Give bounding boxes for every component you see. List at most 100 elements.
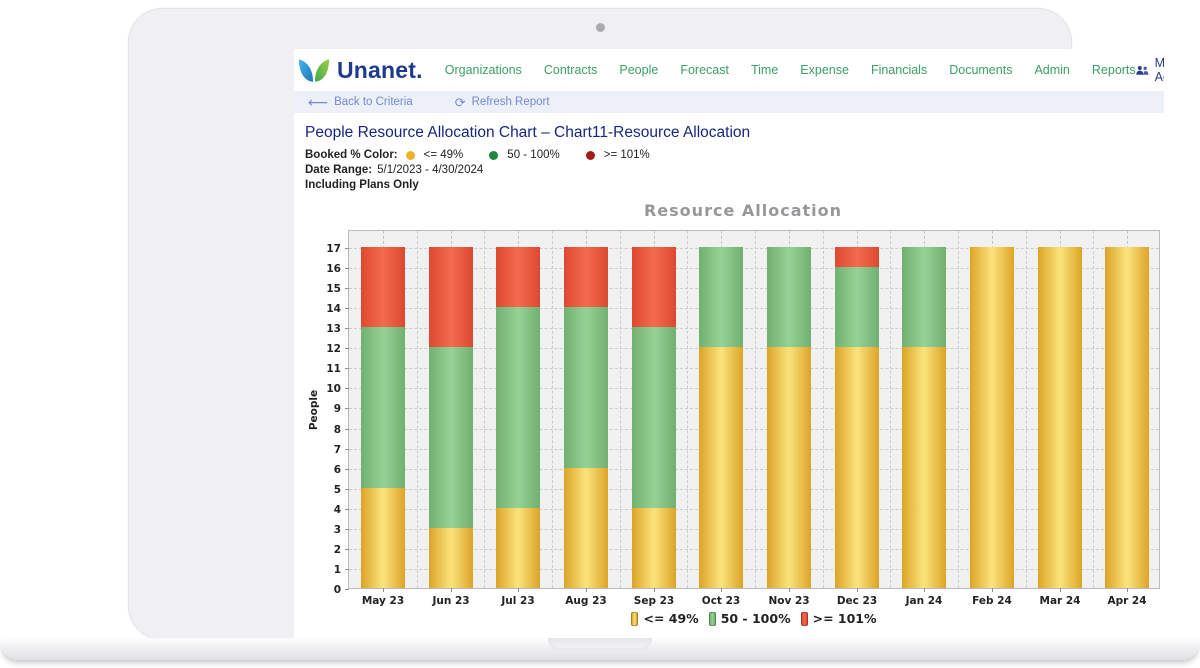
booked-color-legend: <= 49% 50 - 100% >= 101% xyxy=(406,149,676,161)
bar-segment xyxy=(564,247,608,307)
stacked-bar-oct-23 xyxy=(699,247,743,588)
v-gridline xyxy=(417,231,418,588)
v-gridline xyxy=(755,231,756,588)
y-axis-tick xyxy=(345,348,349,349)
unanet-wordmark: Unanet. xyxy=(337,58,423,83)
page: Unanet. Organizations Contracts People Fore… xyxy=(0,0,1200,668)
back-to-criteria-link[interactable]: ⟵ Back to Criteria xyxy=(308,96,413,108)
category-bottom-tick xyxy=(857,588,858,592)
y-axis-label: 11 xyxy=(311,363,341,375)
y-axis-label: 17 xyxy=(311,243,341,255)
booked-legend-item: <= 49% xyxy=(406,149,464,161)
y-axis-tick xyxy=(345,268,349,269)
back-to-criteria-label: Back to Criteria xyxy=(334,96,413,108)
y-axis-label: 13 xyxy=(311,323,341,335)
bar-segment xyxy=(429,347,473,528)
x-axis-label: Aug 23 xyxy=(565,595,606,607)
nav-item-admin[interactable]: Admin xyxy=(1034,63,1069,77)
stacked-bar-jul-23 xyxy=(496,247,540,588)
laptop-frame: Unanet. Organizations Contracts People Fore… xyxy=(128,8,1072,640)
nav-item-financials[interactable]: Financials xyxy=(871,63,927,77)
v-gridline xyxy=(484,231,485,588)
category-bottom-tick xyxy=(586,588,587,592)
unanet-logo[interactable]: Unanet. xyxy=(298,58,423,83)
nav-item-expense[interactable]: Expense xyxy=(800,63,849,77)
v-gridline xyxy=(687,231,688,588)
bar-segment xyxy=(361,247,405,327)
v-gridline xyxy=(1093,231,1094,588)
nav-item-time[interactable]: Time xyxy=(751,63,778,77)
legend-swatch-icon xyxy=(631,612,638,626)
booked-color-legend-row: Booked % Color: <= 49%50 - 100%>= 101% xyxy=(305,149,1164,161)
bar-segment xyxy=(632,247,676,327)
y-axis-tick xyxy=(345,388,349,389)
my-account-button[interactable]: My Account xyxy=(1136,56,1164,84)
stacked-bar-mar-24 xyxy=(1038,247,1082,588)
x-axis-label: May 23 xyxy=(362,595,404,607)
nav-item-contracts[interactable]: Contracts xyxy=(544,63,598,77)
bar-segment xyxy=(429,528,473,588)
bar-segment xyxy=(699,247,743,347)
booked-legend-item: >= 101% xyxy=(586,149,650,161)
chart-legend-item: 50 - 100% xyxy=(709,611,791,626)
bar-segment xyxy=(1105,247,1149,588)
bar-segment xyxy=(564,468,608,588)
bar-segment xyxy=(970,247,1014,588)
x-axis-label: Feb 24 xyxy=(972,595,1012,607)
y-axis-label: 4 xyxy=(311,504,341,516)
y-axis-tick xyxy=(345,248,349,249)
nav-item-people[interactable]: People xyxy=(619,63,658,77)
date-range-label: Date Range: xyxy=(305,164,372,176)
y-axis-tick xyxy=(345,368,349,369)
category-bottom-tick xyxy=(451,588,452,592)
y-axis-label: 5 xyxy=(311,484,341,496)
chart-legend-label: <= 49% xyxy=(643,611,698,626)
bar-segment xyxy=(902,347,946,588)
y-axis-tick xyxy=(345,288,349,289)
bar-segment xyxy=(835,267,879,347)
unanet-logo-icon xyxy=(298,58,330,83)
y-axis-label: 2 xyxy=(311,544,341,556)
date-range-value: 5/1/2023 - 4/30/2024 xyxy=(377,164,483,176)
x-axis-label: Jan 24 xyxy=(906,595,943,607)
nav-item-organizations[interactable]: Organizations xyxy=(445,63,522,77)
category-bottom-tick xyxy=(383,588,384,592)
stacked-bar-sep-23 xyxy=(632,247,676,588)
webcam-icon xyxy=(596,23,605,32)
y-axis-label: 10 xyxy=(311,383,341,395)
y-axis-label: 1 xyxy=(311,564,341,576)
bar-segment xyxy=(767,347,811,588)
report-toolbar: ⟵ Back to Criteria ⟳ Refresh Report xyxy=(294,91,1164,113)
refresh-report-link[interactable]: ⟳ Refresh Report xyxy=(455,96,550,108)
y-axis-tick xyxy=(345,429,349,430)
nav-item-reports[interactable]: Reports xyxy=(1092,63,1136,77)
chart-legend-item: <= 49% xyxy=(631,611,698,626)
v-gridline xyxy=(823,231,824,588)
y-axis-tick xyxy=(345,449,349,450)
bar-segment xyxy=(496,508,540,588)
y-axis-label: 6 xyxy=(311,464,341,476)
booked-legend-item: 50 - 100% xyxy=(489,149,559,161)
chart-legend-label: 50 - 100% xyxy=(721,611,791,626)
stacked-bar-jun-23 xyxy=(429,247,473,588)
nav-item-documents[interactable]: Documents xyxy=(949,63,1012,77)
category-bottom-tick xyxy=(1060,588,1061,592)
y-axis-tick xyxy=(345,529,349,530)
nav-item-forecast[interactable]: Forecast xyxy=(680,63,729,77)
report-title: People Resource Allocation Chart – Chart… xyxy=(305,124,1164,142)
stacked-bar-aug-23 xyxy=(564,247,608,588)
legend-dot-icon xyxy=(489,151,498,160)
y-axis-tick xyxy=(345,589,349,590)
y-axis-label: 9 xyxy=(311,403,341,415)
bar-segment xyxy=(496,307,540,508)
booked-legend-label: 50 - 100% xyxy=(507,149,559,161)
category-bottom-tick xyxy=(1127,588,1128,592)
y-axis-label: 7 xyxy=(311,444,341,456)
v-gridline xyxy=(1026,231,1027,588)
category-bottom-tick xyxy=(789,588,790,592)
y-axis-tick xyxy=(345,489,349,490)
category-bottom-tick xyxy=(654,588,655,592)
bar-segment xyxy=(767,247,811,347)
y-axis-label: 12 xyxy=(311,343,341,355)
stacked-bar-jan-24 xyxy=(902,247,946,588)
